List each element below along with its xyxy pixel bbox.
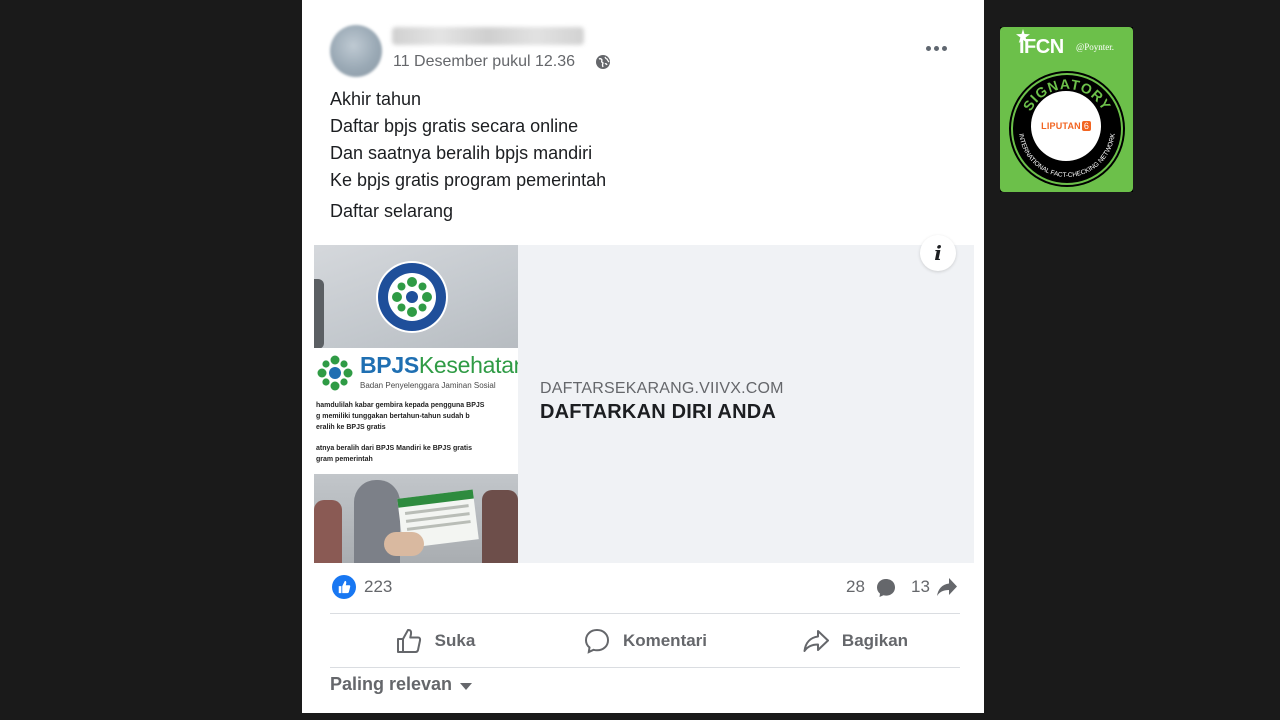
bpjs-banner: BPJSKesehatan Badan Penyelenggara Jamina… [314, 348, 518, 400]
member-name: LIPUTAN [1041, 121, 1081, 131]
poynter-text: @Poynter. [1076, 42, 1115, 52]
reaction-count[interactable]: 223 [364, 577, 392, 597]
post-text-line: Ke bpjs gratis program pemerintah [330, 170, 607, 190]
ifcn-signatory-badge: IFCN @Poynter. SIGNATORY INTERNATIONAL F… [1000, 27, 1133, 192]
link-title[interactable]: DAFTARKAN DIRI ANDA [540, 401, 776, 424]
author-name-blurred[interactable] [392, 27, 584, 45]
ifcn-logo-text: IFCN [1019, 36, 1064, 58]
bpjs-logo-icon [317, 355, 353, 391]
bpjs-subtitle: Badan Penyelenggara Jaminan Sosial [360, 381, 496, 390]
link-thumbnail: BPJSKesehatan Badan Penyelenggara Jamina… [314, 245, 518, 563]
share-button[interactable]: Bagikan [750, 615, 960, 667]
share-count[interactable]: 13 [911, 577, 930, 597]
divider [330, 613, 960, 614]
thumbnail-photo-top [314, 245, 518, 349]
post-text-line: Daftar bpjs gratis secara online [330, 116, 579, 136]
comments-sort-dropdown[interactable]: Paling relevan [330, 674, 473, 695]
more-options-icon[interactable] [922, 38, 950, 58]
post-body: Akhir tahun Daftar bpjs gratis secara on… [330, 86, 950, 194]
link-domain: DAFTARSEKARANG.VIIVX.COM [540, 380, 784, 397]
share-icon [803, 630, 829, 652]
post-text-line: Dan saatnya beralih bpjs mandiri [330, 143, 593, 163]
like-label: Suka [434, 631, 476, 650]
member-number: 6 [1081, 121, 1091, 131]
like-reaction-icon[interactable] [332, 575, 356, 599]
bpjs-title: BPJSKesehatan [360, 352, 518, 378]
comment-bubble-icon [877, 579, 895, 597]
comment-button[interactable]: Komentari [540, 615, 750, 667]
comment-icon [584, 628, 609, 654]
member-logo: LIPUTAN 6 [1031, 91, 1101, 161]
bpjs-seal-icon [376, 261, 448, 333]
post-text-line: Akhir tahun [330, 89, 422, 109]
post-meta: 11 Desember pukul 12.36 [393, 53, 611, 71]
thumbnail-photo-bottom [314, 474, 518, 563]
divider [330, 667, 960, 668]
comment-label: Komentari [622, 631, 708, 650]
author-avatar[interactable] [330, 25, 382, 77]
share-arrow-icon [937, 578, 957, 596]
thumbs-up-icon [396, 628, 421, 653]
link-preview-card[interactable]: BPJSKesehatan Badan Penyelenggara Jamina… [314, 235, 974, 563]
sort-label: Paling relevan [330, 674, 453, 694]
facebook-post: 11 Desember pukul 12.36 Akhir tahun Daft… [302, 0, 984, 713]
globe-icon[interactable] [595, 54, 611, 70]
thumbnail-text: hamdulilah kabar gembira kepada pengguna… [314, 400, 518, 474]
comment-count[interactable]: 28 [846, 577, 865, 597]
info-icon[interactable]: i [920, 235, 956, 271]
post-actions: Suka Komentari Bagikan [330, 615, 960, 667]
post-cta-line: Daftar selarang [330, 201, 454, 221]
share-label: Bagikan [841, 631, 909, 650]
caret-down-icon [460, 682, 473, 690]
post-stats: 223 28 13 [330, 573, 960, 601]
post-timestamp[interactable]: 11 Desember pukul 12.36 [393, 53, 575, 71]
like-button[interactable]: Suka [330, 615, 540, 667]
